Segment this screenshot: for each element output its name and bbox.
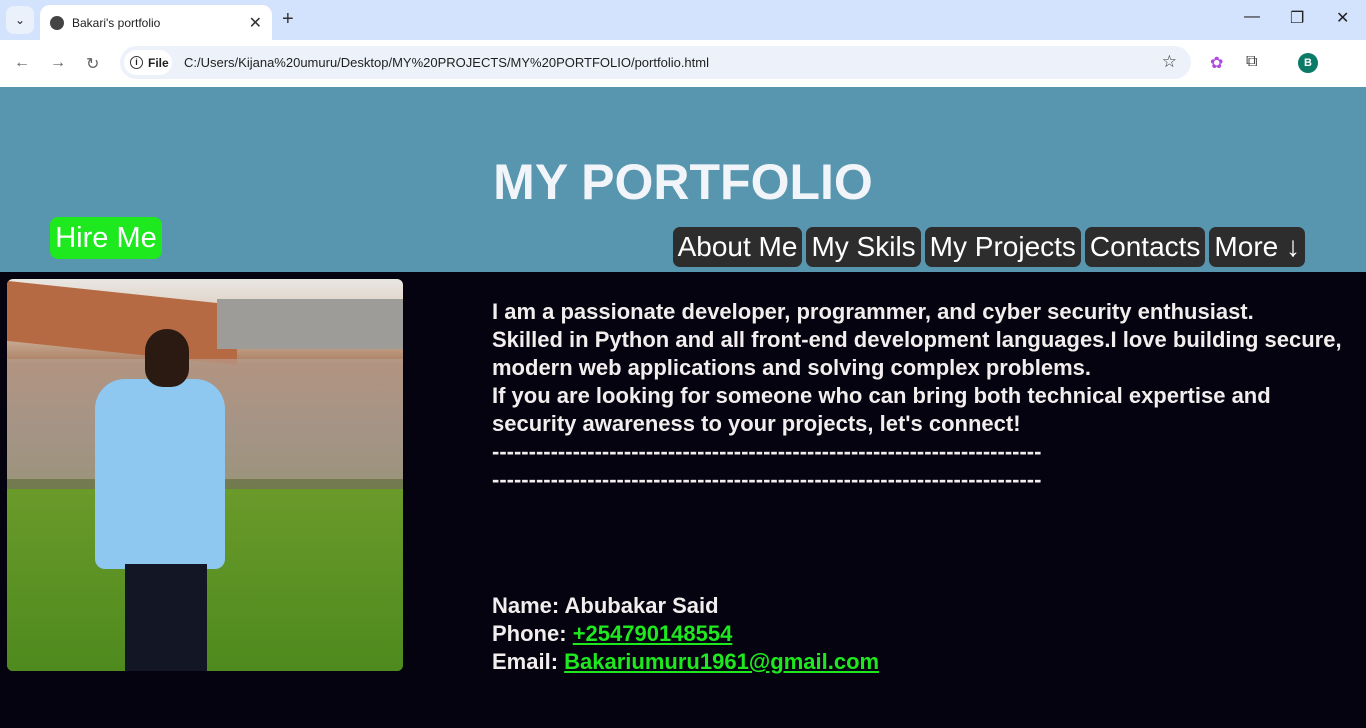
hire-me-button[interactable]: Hire Me <box>50 217 162 259</box>
contact-info: Name: Abubakar Said Phone: +254790148554… <box>492 592 879 676</box>
window-close-icon[interactable]: ✕ <box>1336 8 1349 28</box>
minimize-icon[interactable]: — <box>1244 8 1260 26</box>
page-title: MY PORTFOLIO <box>493 154 873 210</box>
bio-line: If you are looking for someone who can b… <box>492 383 1271 436</box>
new-tab-button[interactable]: + <box>282 8 294 31</box>
bio-divider: ----------------------------------------… <box>492 439 1042 464</box>
globe-icon <box>50 15 64 30</box>
bookmark-star-icon[interactable]: ☆ <box>1162 52 1177 72</box>
phone-row: Phone: +254790148554 <box>492 620 879 648</box>
name-row: Name: Abubakar Said <box>492 592 879 620</box>
extension-icon[interactable]: ✿ <box>1210 53 1223 73</box>
reload-icon[interactable]: ↻ <box>86 54 99 74</box>
nav-menu: About Me My Skils My Projects Contacts M… <box>672 227 1305 267</box>
forward-icon[interactable]: → <box>50 54 66 72</box>
tab-search-button[interactable]: ⌄ <box>6 6 34 34</box>
bio-line: Skilled in Python and all front-end deve… <box>492 327 1342 380</box>
profile-photo <box>7 279 403 671</box>
bio-text: I am a passionate developer, programmer,… <box>492 298 1352 494</box>
file-label: File <box>148 55 169 70</box>
browser-toolbar: ← → ↻ i File C:/Users/Kijana%20umuru/Des… <box>0 40 1366 88</box>
address-bar[interactable]: i File C:/Users/Kijana%20umuru/Desktop/M… <box>120 46 1191 79</box>
back-icon[interactable]: ← <box>14 54 30 72</box>
info-icon: i <box>130 56 143 69</box>
nav-about-me[interactable]: About Me <box>672 227 803 267</box>
phone-label: Phone: <box>492 621 567 646</box>
site-header: MY PORTFOLIO Hire Me About Me My Skils M… <box>0 87 1366 272</box>
close-tab-icon[interactable]: ✕ <box>249 13 262 33</box>
bio-divider: ----------------------------------------… <box>492 467 1042 492</box>
name-label: Name: <box>492 593 560 618</box>
browser-tab-bar: ⌄ Bakari's portfolio ✕ + — ❐ ✕ <box>0 0 1366 40</box>
nav-my-skills[interactable]: My Skils <box>806 227 921 267</box>
profile-avatar[interactable]: B <box>1298 53 1318 73</box>
nav-my-projects[interactable]: My Projects <box>924 227 1081 267</box>
bio-line: I am a passionate developer, programmer,… <box>492 299 1254 324</box>
site-info-chip[interactable]: i File <box>124 50 172 75</box>
restore-icon[interactable]: ❐ <box>1290 8 1304 28</box>
tab-title: Bakari's portfolio <box>72 15 161 30</box>
nav-more[interactable]: More ↓ <box>1209 227 1305 267</box>
browser-tab[interactable]: Bakari's portfolio ✕ <box>40 5 272 40</box>
puzzle-icon[interactable]: ⧉ <box>1246 53 1257 71</box>
phone-link[interactable]: +254790148554 <box>573 621 733 646</box>
name-value: Abubakar Said <box>564 593 719 618</box>
portfolio-page: MY PORTFOLIO Hire Me About Me My Skils M… <box>0 87 1366 728</box>
nav-contacts[interactable]: Contacts <box>1084 227 1206 267</box>
email-row: Email: Bakariumuru1961@gmail.com <box>492 648 879 676</box>
email-link[interactable]: Bakariumuru1961@gmail.com <box>564 649 879 674</box>
main-content: I am a passionate developer, programmer,… <box>0 272 1366 728</box>
url-text[interactable]: C:/Users/Kijana%20umuru/Desktop/MY%20PRO… <box>184 55 709 70</box>
email-label: Email: <box>492 649 559 674</box>
